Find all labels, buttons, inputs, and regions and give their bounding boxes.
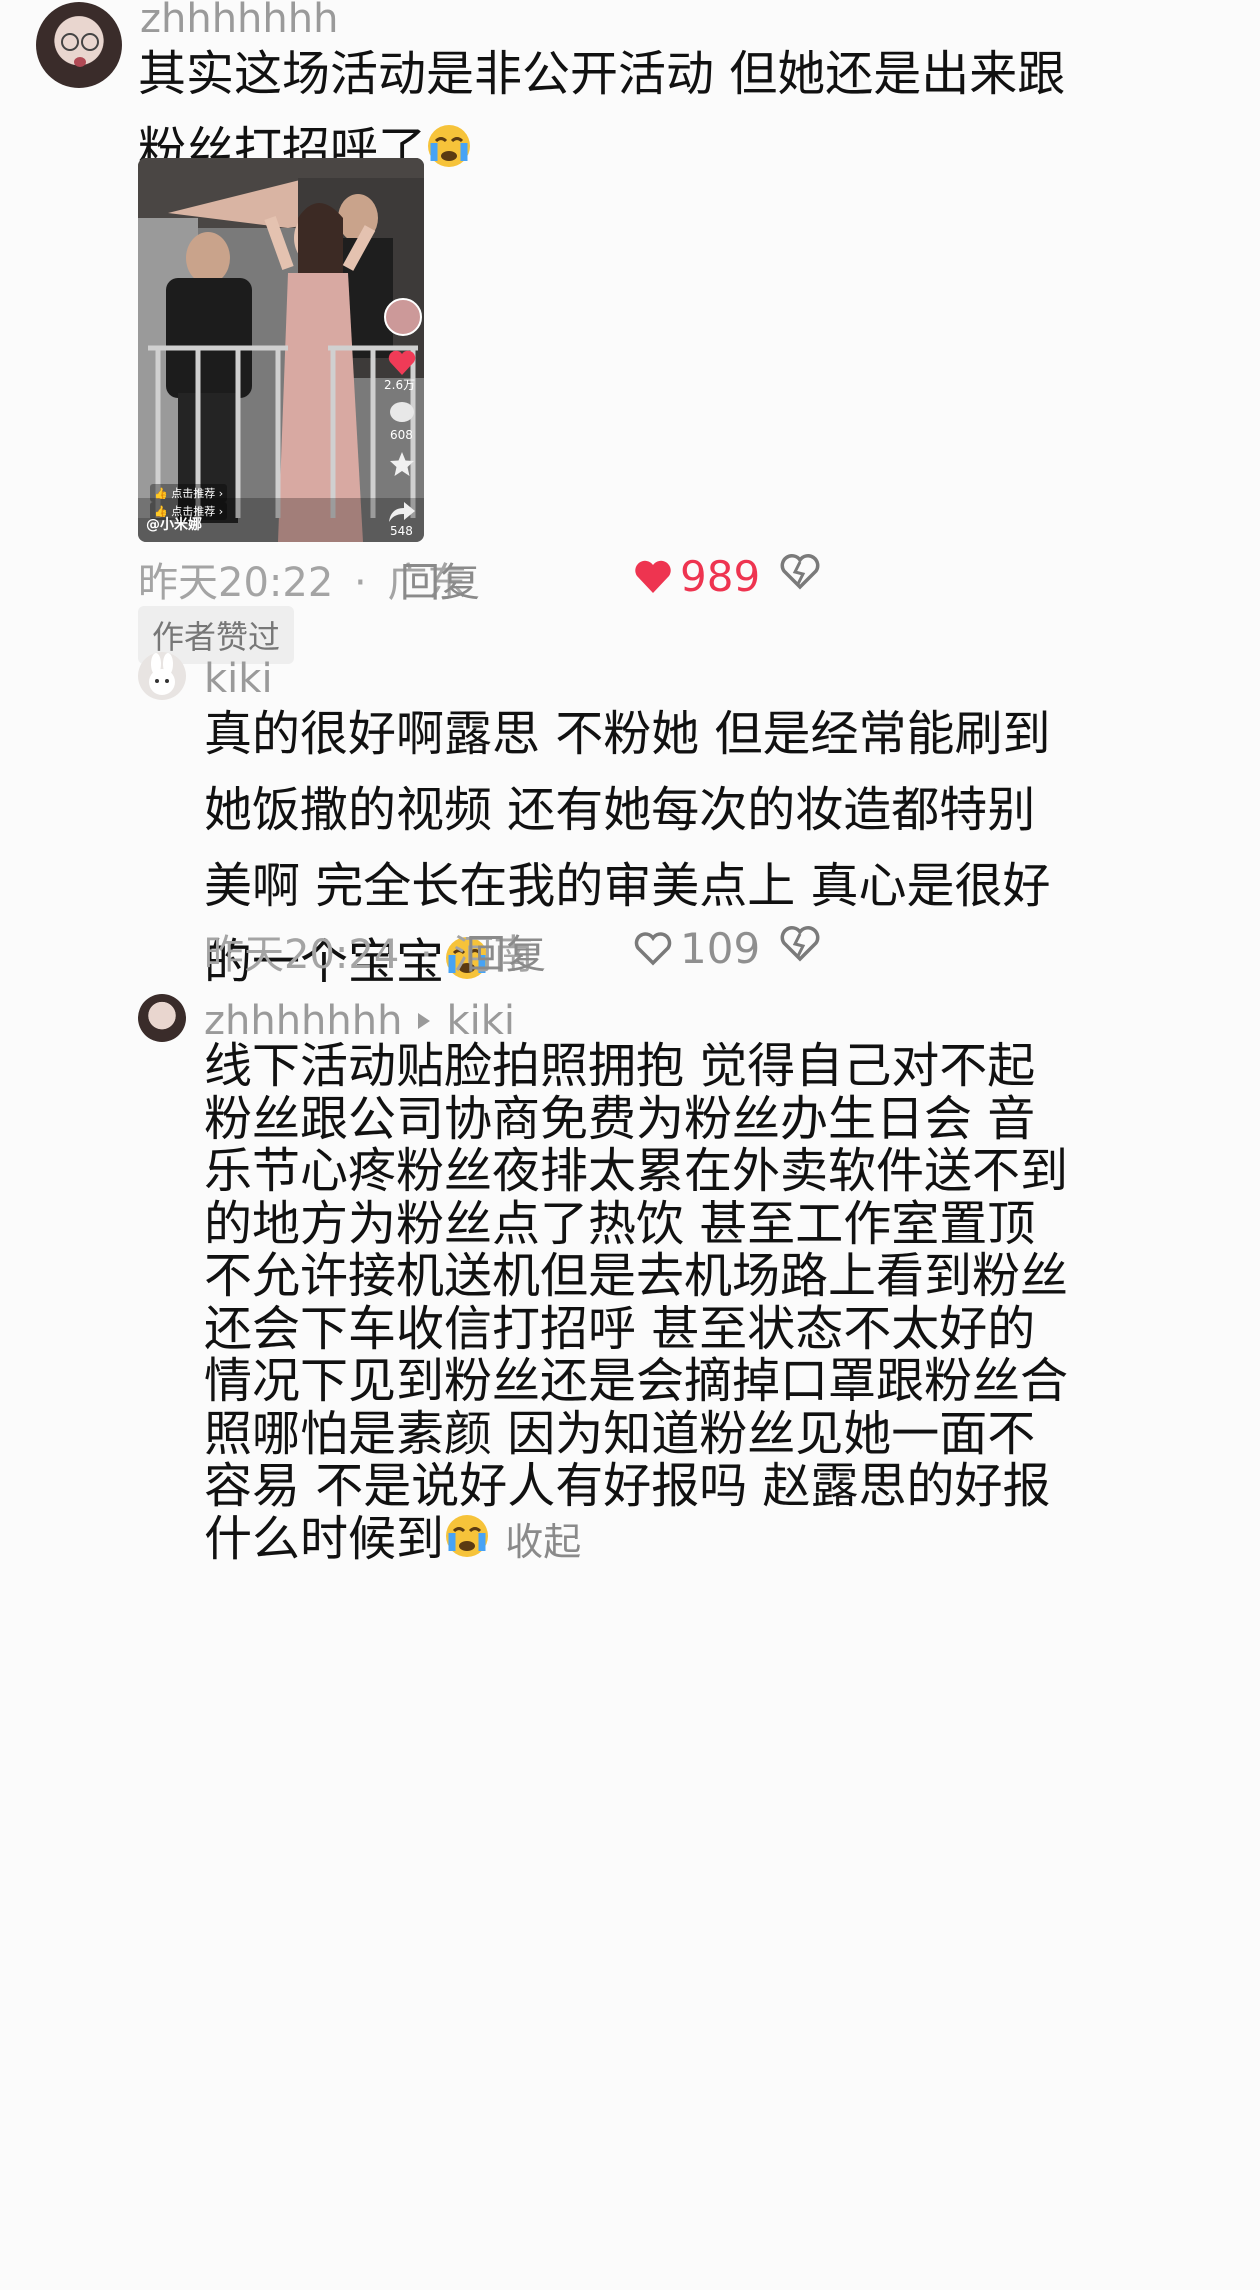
comment-line: 线下活动贴脸拍照拥抱 觉得自己对不起 (204, 1038, 1036, 1094)
meta-separator: · (354, 560, 367, 606)
rabbit-avatar-icon (149, 653, 175, 695)
meta-separator: · (420, 932, 433, 978)
video-author-avatar[interactable] (384, 298, 422, 336)
heart-icon[interactable] (388, 350, 416, 376)
avatar[interactable] (36, 2, 122, 88)
video-thumbnail[interactable]: 2.6万 608 548 👍 点击推荐 › 👍 点击推荐 › @小米娜 (138, 158, 424, 542)
reply-button[interactable]: 回复 (400, 550, 480, 608)
comment-bubble-icon[interactable] (388, 400, 416, 426)
reply-arrow-icon (418, 1013, 431, 1029)
comment-line: 照哪怕是素颜 因为知道粉丝见她一面不 (204, 1405, 1036, 1462)
comment-line: 容易 不是说好人有好报吗 赵露思的好报 (204, 1458, 1051, 1514)
star-icon[interactable] (388, 450, 416, 478)
comment-line: 真的很好啊露思 不粉她 但是经常能刷到 (204, 706, 1051, 762)
comment-line: 还会下车收信打招呼 甚至状态不太好的 (204, 1300, 1036, 1357)
comment-line: 不允许接机送机但是去机场路上看到粉丝 (204, 1248, 1069, 1304)
video-like-count: 2.6万 (384, 378, 416, 392)
heart-outline-icon (634, 931, 672, 965)
avatar[interactable] (138, 652, 186, 700)
avatar[interactable] (138, 994, 186, 1042)
like-count: 109 (680, 924, 761, 973)
timestamp: 昨天20:22 (138, 560, 334, 606)
like-count: 989 (680, 552, 761, 601)
collapse-button[interactable]: 收起 (505, 1520, 581, 1564)
avatar-face-icon (61, 33, 99, 67)
reply-button[interactable]: 回复 (466, 922, 546, 980)
comment-line: 的地方为粉丝点了热饮 甚至工作室置顶 (204, 1195, 1036, 1252)
video-comment-count: 608 (390, 428, 413, 442)
comment-line: 情况下见到粉丝还是会摘掉口罩跟粉丝合 (204, 1353, 1069, 1409)
like-button[interactable]: 109 (634, 924, 760, 973)
comment-line: 她饭撒的视频 还有她每次的妆造都特别 (204, 782, 1036, 838)
comment-line: 什么时候到 收起 (204, 1512, 1244, 1570)
comment-line: 美啊 完全长在我的审美点上 真心是很好 (204, 858, 1051, 914)
heart-filled-icon (635, 560, 671, 593)
dislike-broken-heart-icon[interactable] (780, 554, 820, 590)
comment-line: 乐节心疼粉丝夜排太累在外卖软件送不到 (204, 1143, 1069, 1199)
video-share-count: 548 (390, 524, 413, 538)
crying-face-emoji-icon (444, 1513, 490, 1570)
comment-text: 线下活动贴脸拍照拥抱 觉得自己对不起 粉丝跟公司协商免费为粉丝办生日会 音 乐节… (204, 1040, 1244, 1570)
video-author-handle[interactable]: @小米娜 (146, 514, 202, 534)
recommend-chip[interactable]: 👍 点击推荐 › (150, 484, 228, 502)
crying-face-emoji-icon (426, 115, 472, 191)
like-button[interactable]: 989 (634, 552, 760, 601)
share-icon[interactable] (388, 500, 416, 524)
timestamp: 昨天20:24 (204, 932, 400, 978)
comment-line: 粉丝跟公司协商免费为粉丝办生日会 音 (204, 1090, 1036, 1147)
comment-line: 其实这场活动是非公开活动 但她还是出来跟 (138, 46, 1066, 102)
dislike-broken-heart-icon[interactable] (780, 926, 820, 962)
